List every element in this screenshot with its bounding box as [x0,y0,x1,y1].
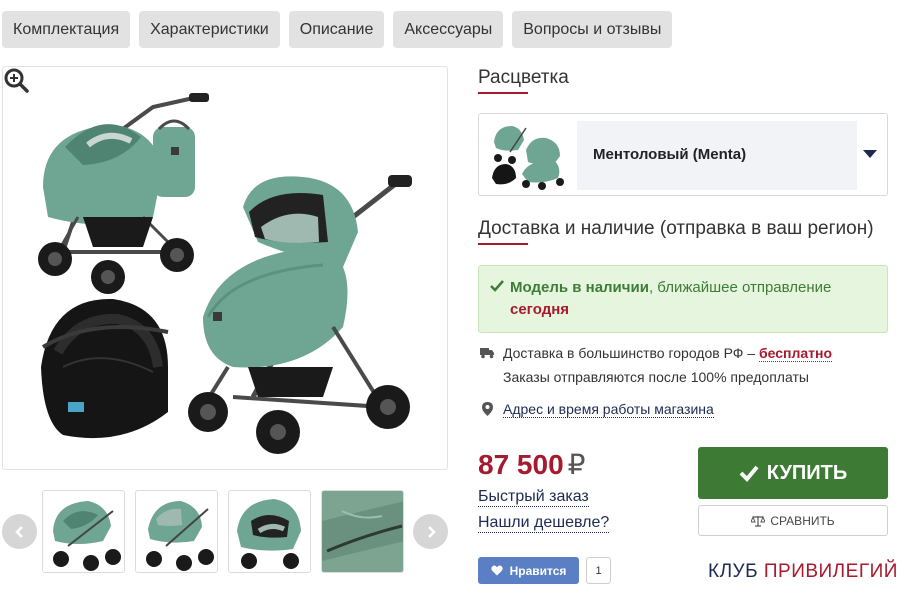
color-thumbnail-image [492,126,564,190]
club-text-2: ПРИВИЛЕГИЙ [763,561,898,582]
stock-status-box: Модель в наличии, ближайшее отправление … [478,265,888,333]
stock-status-strong: Модель в наличии [510,279,649,296]
selected-color-name: Ментоловый (Menta) [593,146,747,163]
thumbnail-prev-button[interactable] [2,514,37,549]
found-cheaper-link[interactable]: Нашли дешевле? [478,514,610,533]
like-count: 1 [586,557,611,584]
product-main-image[interactable] [2,66,448,470]
thumbnail-image [53,501,121,571]
color-dropdown[interactable]: Ментоловый (Menta) [478,113,888,196]
quick-order-link[interactable]: Быстрый заказ [478,488,589,507]
chevron-left-icon [14,525,23,538]
stock-status-when: сегодня [510,301,570,318]
club-text-1: КЛУБ [708,561,759,582]
price-value: 87 500 [478,449,564,480]
free-delivery-link[interactable]: бесплатно [758,345,833,362]
check-icon [490,280,504,292]
delivery-section-title: Доставка и наличие (отправка в ваш регио… [478,218,874,239]
like-button[interactable]: Нравится [478,557,579,584]
buy-button-label: КУПИТЬ [766,461,848,484]
scales-icon [751,515,766,527]
stock-status-text: , ближайшее отправление [648,279,832,296]
thumbnail-4[interactable] [321,490,404,573]
thumbnail-3[interactable] [228,490,311,573]
zoom-icon[interactable] [3,67,29,93]
price: 87 500 ₽ [478,448,585,481]
truck-icon [480,348,494,359]
delivery-text: Доставка в большинство городов РФ – [503,345,756,361]
color-section-title: Расцветка [478,67,569,88]
price-currency: ₽ [567,449,586,480]
tab-questions-reviews[interactable]: Вопросы и отзывы [512,11,673,48]
privilege-club-logo[interactable]: КЛУБ ПРИВИЛЕГИЙ [708,561,898,583]
tab-specs[interactable]: Характеристики [139,11,280,48]
stroller-illustration [38,93,412,454]
delivery-line: Доставка в большинство городов РФ – бесп… [503,345,833,362]
thumbnail-image [146,501,214,571]
tab-description[interactable]: Описание [288,11,385,48]
tab-bar: Комплектация Характеристики Описание Акс… [2,11,673,48]
thumbnail-2[interactable] [135,490,218,573]
like-button-label: Нравится [509,563,567,578]
compare-button[interactable]: СРАВНИТЬ [698,505,888,536]
caret-down-icon [863,150,877,158]
map-pin-icon [482,402,493,416]
compare-button-label: СРАВНИТЬ [770,513,835,528]
tab-kit[interactable]: Комплектация [2,11,131,48]
thumbnail-next-button[interactable] [413,514,448,549]
thumbnail-image [322,491,403,572]
chevron-right-icon [427,525,436,538]
check-icon [739,465,759,482]
heart-icon [490,565,503,576]
section-underline [478,92,528,94]
section-underline [478,243,528,245]
prepay-note: Заказы отправляются после 100% предоплат… [503,369,809,385]
thumbnail-image [237,499,301,569]
thumbnail-1[interactable] [42,490,125,573]
store-address-link[interactable]: Адрес и время работы магазина [503,401,714,418]
tab-accessories[interactable]: Аксессуары [393,11,504,48]
buy-button[interactable]: КУПИТЬ [698,447,888,499]
store-line: Адрес и время работы магазина [503,401,714,418]
